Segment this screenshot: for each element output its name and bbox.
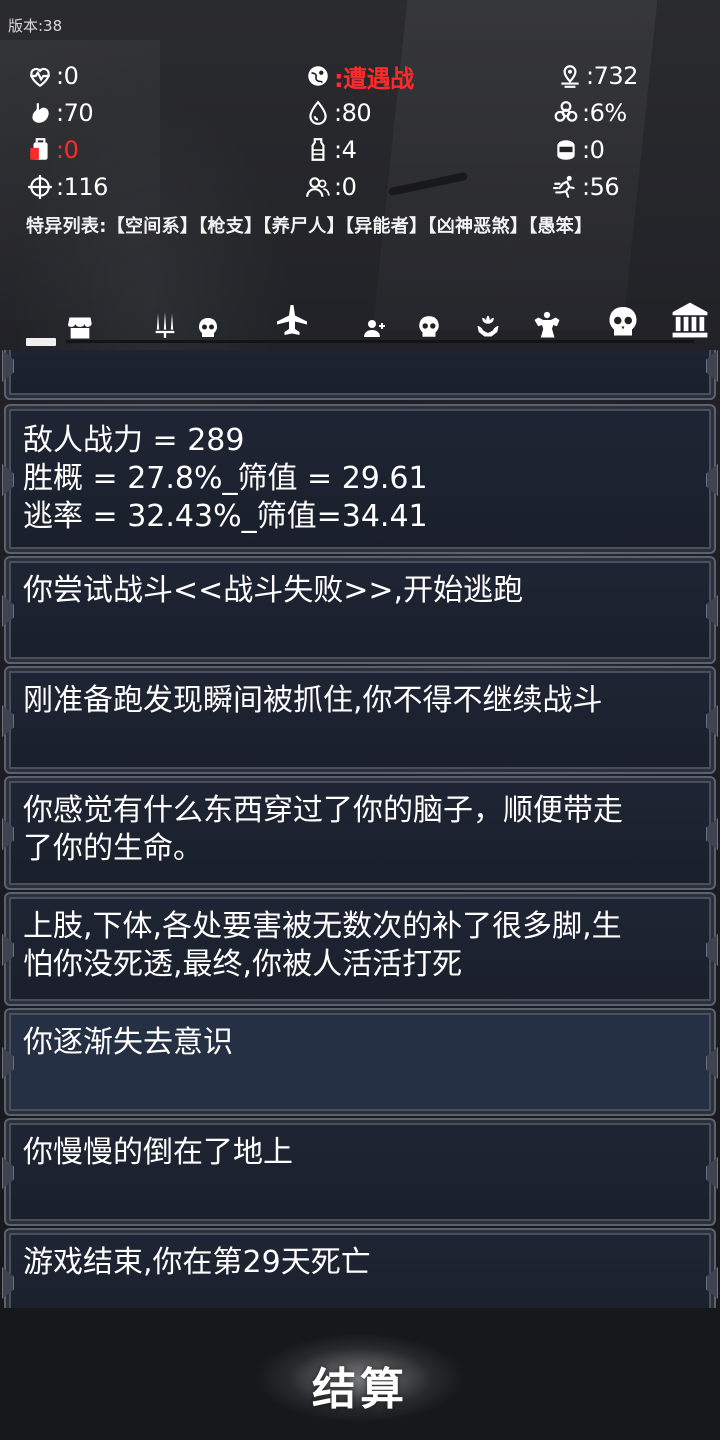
log-card: [4, 350, 716, 400]
event-log[interactable]: 敌人战力 = 289 胜概 = 27.8%_筛值 = 29.61 逃率 = 32…: [0, 350, 720, 1308]
crosshair-icon: [26, 173, 54, 201]
log-text: 你慢慢的倒在了地上: [23, 1135, 293, 1170]
stat-hunger: :70: [26, 95, 94, 131]
bank-icon[interactable]: [666, 300, 714, 340]
stat-infection-value: :6%: [582, 99, 627, 127]
home-tab-icon[interactable]: [26, 338, 56, 346]
stat-armor: :0: [552, 132, 605, 168]
heartbeat-icon: [26, 62, 54, 90]
stat-water-value: :4: [334, 136, 357, 164]
log-card: 你感觉有什么东西穿过了你的脑子，顺便带走 了你的生命。: [4, 776, 716, 890]
stat-food-value: :0: [56, 136, 79, 164]
log-text: 上肢,下体,各处要害被无数次的补了很多脚,生 怕你没死透,最终,你被人活活打死: [23, 909, 622, 982]
weapons-icon[interactable]: [148, 308, 182, 342]
version-label: 版本:38: [8, 17, 63, 35]
food-pack-icon: [26, 136, 54, 164]
bottle-icon: [304, 136, 332, 164]
stat-attack-value: :116: [56, 173, 108, 201]
log-text: 游戏结束,你在第29天死亡: [23, 1245, 371, 1280]
stat-distance: :732: [556, 58, 638, 94]
skull-icon[interactable]: [194, 314, 222, 342]
runner-icon: [552, 173, 580, 201]
stat-health-value: :0: [56, 62, 79, 90]
stat-companions: :0: [304, 169, 357, 205]
stat-companions-value: :0: [334, 173, 357, 201]
log-card: 你尝试战斗<<战斗失败>>,开始逃跑: [4, 556, 716, 664]
stat-status: :遭遇战: [304, 58, 414, 94]
stat-thirst: :80: [304, 95, 372, 131]
tab-bar: [0, 296, 720, 348]
log-text: 你感觉有什么东西穿过了你的脑子，顺便带走 了你的生命。: [23, 793, 623, 866]
biohazard-icon: [552, 99, 580, 127]
shop-icon[interactable]: [64, 312, 96, 344]
location-pin-icon: [556, 62, 584, 90]
stat-armor-value: :0: [582, 136, 605, 164]
background-building: [372, 0, 658, 330]
add-user-icon[interactable]: [360, 314, 390, 342]
log-card: 敌人战力 = 289 胜概 = 27.8%_筛值 = 29.61 逃率 = 32…: [4, 404, 716, 554]
stat-hunger-value: :70: [56, 99, 94, 127]
skull-large-icon[interactable]: [602, 302, 644, 342]
stat-speed-value: :56: [582, 173, 620, 201]
stat-water: :4: [304, 132, 357, 168]
stat-thirst-value: :80: [334, 99, 372, 127]
stat-distance-value: :732: [586, 62, 638, 90]
stat-attack: :116: [26, 169, 108, 205]
stat-status-value: :遭遇战: [334, 64, 414, 93]
log-card: 上肢,下体,各处要害被无数次的补了很多脚,生 怕你没死透,最终,你被人活活打死: [4, 892, 716, 1006]
stat-speed: :56: [552, 169, 620, 205]
helmet-icon: [552, 136, 580, 164]
stat-food: :0: [26, 132, 79, 168]
log-card: 刚准备跑发现瞬间被抓住,你不得不继续战斗: [4, 666, 716, 774]
lotus-hands-icon[interactable]: [472, 310, 504, 342]
users-icon: [304, 173, 332, 201]
muscle-icon[interactable]: [528, 308, 566, 342]
water-drop-icon: [304, 99, 332, 127]
airplane-icon[interactable]: [272, 300, 312, 340]
stat-infection: :6%: [552, 95, 627, 131]
settle-button[interactable]: 结算: [260, 1350, 460, 1420]
log-card: 你逐渐失去意识: [4, 1008, 716, 1116]
log-text: 你尝试战斗<<战斗失败>>,开始逃跑: [23, 573, 524, 608]
globe-person-icon: [304, 62, 332, 90]
log-card: 你慢慢的倒在了地上: [4, 1118, 716, 1226]
stat-health: :0: [26, 58, 79, 94]
log-text: 刚准备跑发现瞬间被抓住,你不得不继续战斗: [23, 683, 603, 718]
stomach-icon: [26, 99, 54, 127]
log-card: 游戏结束,你在第29天死亡: [4, 1228, 716, 1308]
log-text: 你逐渐失去意识: [23, 1025, 233, 1060]
log-text: 敌人战力 = 289 胜概 = 27.8%_筛值 = 29.61 逃率 = 32…: [23, 423, 428, 534]
traits-list: 特异列表:【空间系】【枪支】【养尸人】【异能者】【凶神恶煞】【愚笨】: [26, 216, 593, 237]
skull-icon-2[interactable]: [414, 312, 444, 342]
